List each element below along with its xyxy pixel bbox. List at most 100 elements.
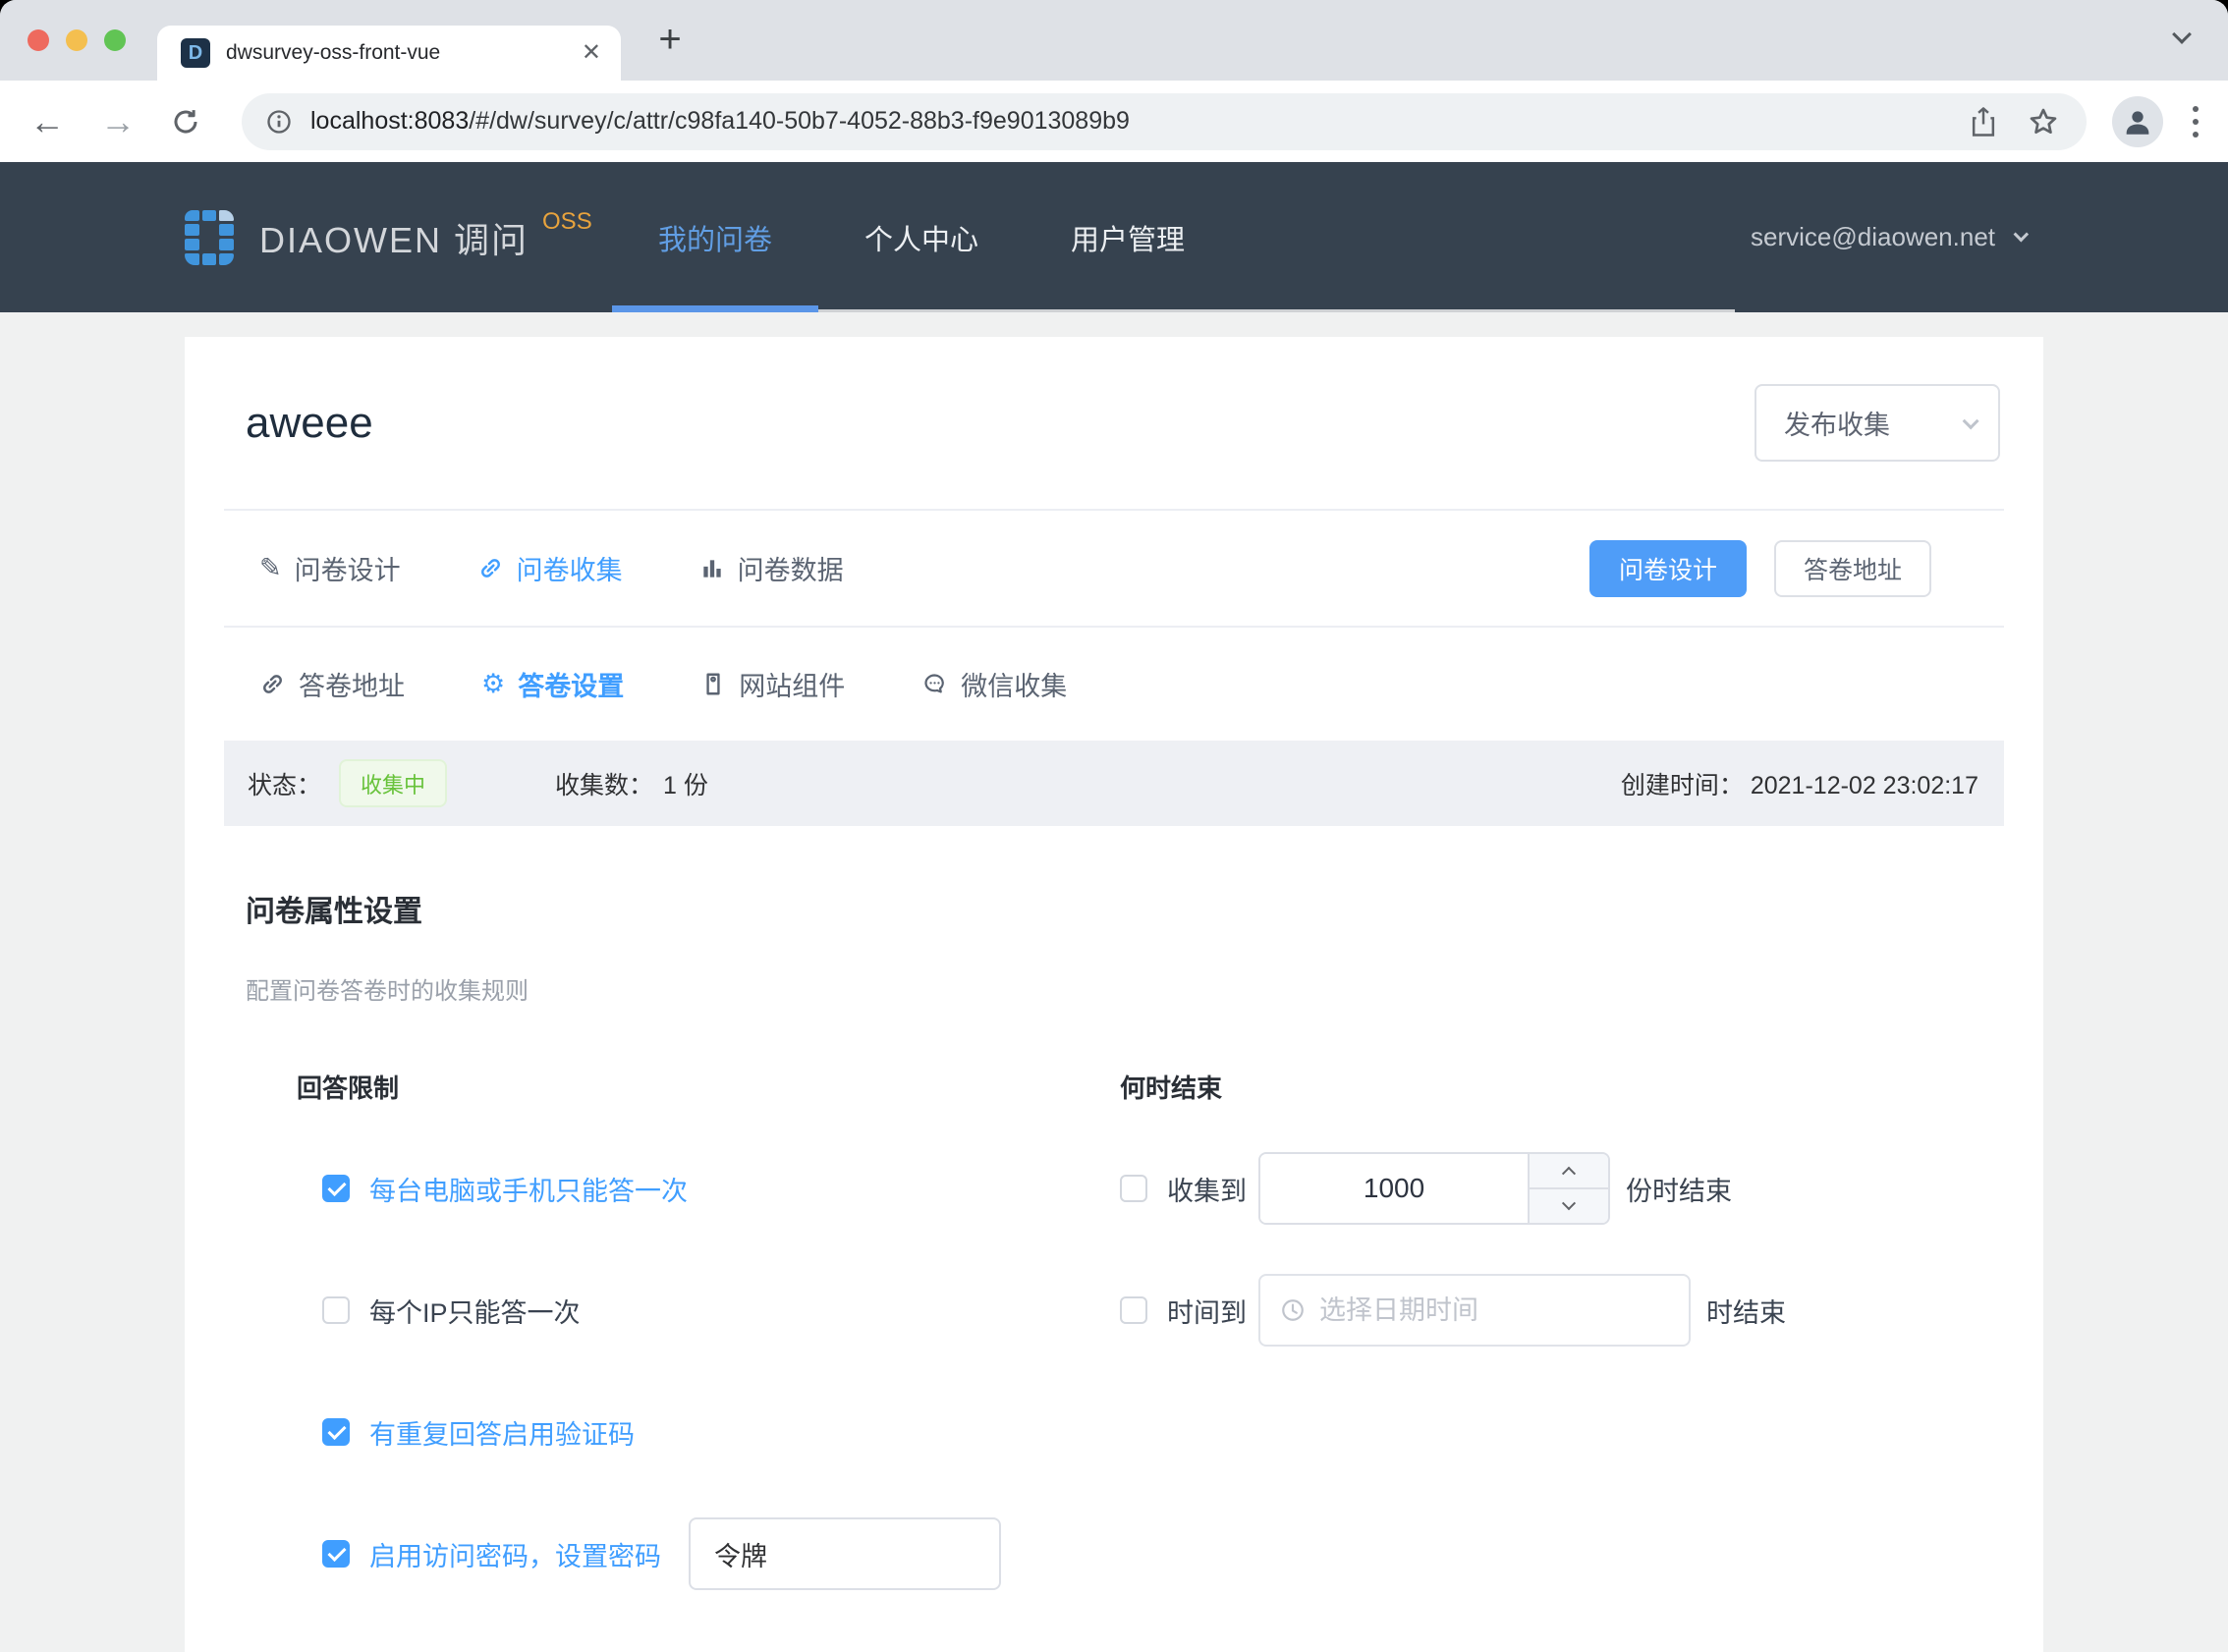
end-row-count: 收集到 份时结束 bbox=[1098, 1128, 2004, 1249]
app-header: DIAOWEN 调问 OSS 我的问卷 个人中心 用户管理 service@di… bbox=[0, 162, 2228, 312]
checkbox-password[interactable] bbox=[322, 1540, 350, 1568]
collect-count-value: 1 份 bbox=[663, 766, 708, 801]
end-time-suffix: 时结束 bbox=[1706, 1292, 1786, 1330]
checkbox-end-by-count[interactable] bbox=[1120, 1175, 1147, 1202]
tab-label: 问卷数据 bbox=[738, 549, 844, 587]
settings-section: 问卷属性设置 配置问卷答卷时的收集规则 bbox=[224, 826, 2004, 1006]
stepper-up-button[interactable] bbox=[1530, 1154, 1608, 1189]
tab-label: 问卷收集 bbox=[517, 549, 623, 587]
page-background: aweee 发布收集 ✎ 问卷设计 问卷收集 bbox=[0, 337, 2228, 1652]
pencil-icon: ✎ bbox=[259, 555, 282, 581]
checkbox-device-once[interactable] bbox=[322, 1175, 350, 1202]
profile-avatar[interactable] bbox=[2112, 96, 2163, 147]
tab-answer-url[interactable]: 答卷地址 bbox=[259, 665, 405, 703]
window-controls bbox=[28, 29, 126, 51]
browser-menu-button[interactable] bbox=[2193, 106, 2199, 138]
reload-button[interactable] bbox=[171, 107, 200, 137]
tag-icon bbox=[700, 671, 726, 697]
checkbox-label[interactable]: 每台电脑或手机只能答一次 bbox=[369, 1170, 688, 1208]
url-text[interactable]: localhost:8083/#/dw/survey/c/attr/c98fa1… bbox=[310, 107, 1969, 136]
new-tab-button[interactable]: + bbox=[642, 12, 697, 67]
end-count-stepper bbox=[1258, 1152, 1610, 1225]
publish-collect-value: 发布收集 bbox=[1784, 404, 1963, 442]
user-email: service@diaowen.net bbox=[1751, 222, 1995, 252]
answer-limit-heading: 回答限制 bbox=[297, 1069, 1098, 1128]
publish-collect-select[interactable]: 发布收集 bbox=[1755, 384, 2000, 462]
end-count-label: 收集到 bbox=[1167, 1170, 1247, 1208]
address-bar[interactable]: localhost:8083/#/dw/survey/c/attr/c98fa1… bbox=[242, 93, 2087, 150]
created-value: 2021-12-02 23:02:17 bbox=[1751, 772, 1978, 799]
survey-title: aweee bbox=[246, 399, 373, 448]
checkbox-label[interactable]: 每个IP只能答一次 bbox=[369, 1292, 581, 1330]
reload-icon bbox=[171, 107, 200, 137]
tab-title: dwsurvey-oss-front-vue bbox=[226, 41, 582, 65]
tab-survey-design[interactable]: ✎ 问卷设计 bbox=[259, 549, 401, 587]
tab-label: 答卷地址 bbox=[299, 665, 405, 703]
limit-row-ip-once: 每个IP只能答一次 bbox=[297, 1249, 1098, 1371]
collect-count-label: 收集数： bbox=[555, 766, 653, 801]
answer-limit-column: 回答限制 每台电脑或手机只能答一次 每个IP只能答一次 bbox=[297, 1069, 1098, 1615]
link-icon bbox=[477, 555, 504, 581]
brand-badge: OSS bbox=[542, 208, 592, 236]
end-count-input[interactable] bbox=[1260, 1154, 1528, 1223]
forward-button[interactable]: → bbox=[100, 104, 136, 139]
user-menu[interactable]: service@diaowen.net bbox=[1751, 222, 2024, 252]
back-button[interactable]: ← bbox=[29, 104, 65, 139]
close-window-button[interactable] bbox=[28, 29, 49, 51]
chevron-down-icon bbox=[1562, 1196, 1576, 1210]
tab-label: 问卷设计 bbox=[295, 549, 401, 587]
tab-favicon-icon: D bbox=[181, 38, 210, 68]
nav-active-underline bbox=[612, 305, 818, 312]
diaowen-logo-icon[interactable] bbox=[185, 210, 234, 265]
brand-name[interactable]: DIAOWEN 调问 bbox=[259, 212, 529, 263]
checkbox-label[interactable]: 启用访问密码，设置密码 bbox=[369, 1535, 661, 1573]
link-icon bbox=[259, 671, 286, 697]
checkbox-ip-once[interactable] bbox=[322, 1296, 350, 1324]
chat-icon bbox=[921, 671, 948, 697]
share-icon[interactable] bbox=[1969, 106, 1998, 138]
tab-label: 网站组件 bbox=[739, 665, 845, 703]
answer-url-button[interactable]: 答卷地址 bbox=[1774, 540, 1931, 597]
limit-row-device-once: 每台电脑或手机只能答一次 bbox=[297, 1128, 1098, 1249]
survey-design-button[interactable]: 问卷设计 bbox=[1589, 540, 1747, 597]
primary-tab-row: ✎ 问卷设计 问卷收集 问卷数据 问卷设计 答卷地址 bbox=[224, 511, 2004, 626]
survey-card: aweee 发布收集 ✎ 问卷设计 问卷收集 bbox=[185, 337, 2043, 1652]
nav-item-my-surveys[interactable]: 我的问卷 bbox=[612, 162, 818, 312]
end-time-picker[interactable] bbox=[1258, 1274, 1691, 1347]
tab-wechat-collect[interactable]: 微信收集 bbox=[921, 665, 1067, 703]
stepper-down-button[interactable] bbox=[1530, 1189, 1608, 1223]
minimize-window-button[interactable] bbox=[66, 29, 87, 51]
password-input[interactable] bbox=[689, 1517, 1001, 1590]
status-badge: 收集中 bbox=[339, 759, 447, 807]
settings-subtitle: 配置问卷答卷时的收集规则 bbox=[246, 971, 2004, 1006]
nav-item-user-management[interactable]: 用户管理 bbox=[1025, 162, 1231, 312]
person-icon bbox=[2121, 105, 2154, 138]
tab-survey-data[interactable]: 问卷数据 bbox=[699, 549, 844, 587]
nav-item-personal-center[interactable]: 个人中心 bbox=[818, 162, 1025, 312]
url-path: /#/dw/survey/c/attr/c98fa140-50b7-4052-8… bbox=[469, 107, 1130, 135]
checkbox-captcha[interactable] bbox=[322, 1418, 350, 1446]
end-time-label: 时间到 bbox=[1167, 1292, 1247, 1330]
page-info-icon[interactable] bbox=[265, 108, 293, 136]
tab-strip-chevron-down-icon[interactable] bbox=[2175, 28, 2197, 49]
tab-close-icon[interactable]: ✕ bbox=[582, 41, 601, 65]
limit-row-password: 启用访问密码，设置密码 bbox=[297, 1493, 1098, 1615]
status-label: 状态： bbox=[248, 766, 321, 801]
chevron-up-icon bbox=[1562, 1167, 1576, 1181]
zoom-window-button[interactable] bbox=[104, 29, 126, 51]
tab-site-widget[interactable]: 网站组件 bbox=[700, 665, 845, 703]
bookmark-star-icon[interactable] bbox=[2028, 106, 2059, 138]
created-label: 创建时间： bbox=[1621, 772, 1744, 799]
limit-row-captcha: 有重复回答启用验证码 bbox=[297, 1371, 1098, 1493]
browser-tab[interactable]: D dwsurvey-oss-front-vue ✕ bbox=[157, 26, 621, 81]
checkbox-label[interactable]: 有重复回答启用验证码 bbox=[369, 1413, 635, 1452]
tab-survey-collect[interactable]: 问卷收集 bbox=[477, 549, 623, 587]
settings-form: 回答限制 每台电脑或手机只能答一次 每个IP只能答一次 bbox=[224, 1069, 2004, 1615]
url-host: localhost:8083 bbox=[310, 107, 469, 135]
checkbox-end-by-time[interactable] bbox=[1120, 1296, 1147, 1324]
end-time-input[interactable] bbox=[1319, 1295, 1669, 1326]
tab-strip: D dwsurvey-oss-front-vue ✕ + bbox=[0, 0, 2228, 81]
select-chevron-down-icon bbox=[1963, 413, 1979, 429]
tab-answer-settings[interactable]: ⚙ 答卷设置 bbox=[481, 665, 624, 703]
status-bar: 状态： 收集中 收集数： 1 份 创建时间： 2021-12-02 23:02:… bbox=[224, 741, 2004, 826]
